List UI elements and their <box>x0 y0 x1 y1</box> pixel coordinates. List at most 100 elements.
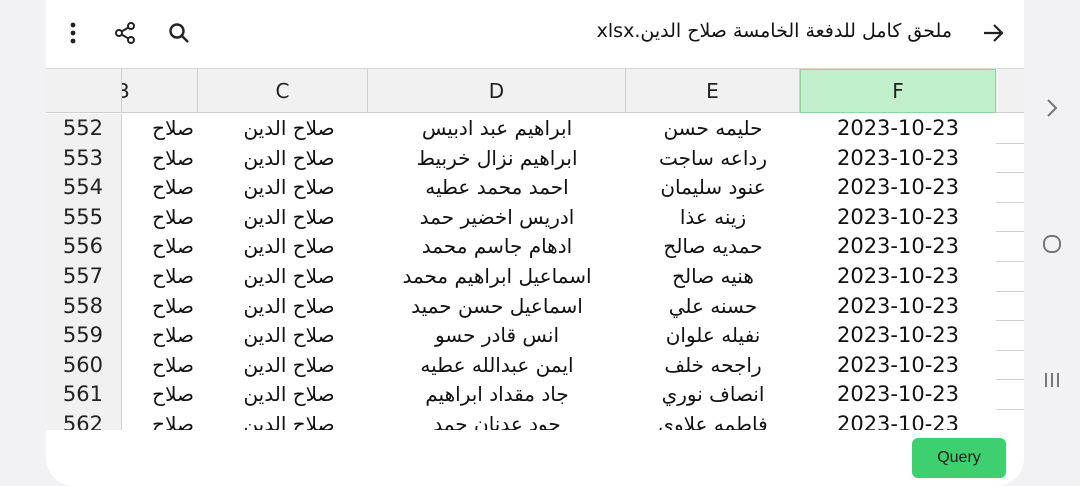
row-number[interactable]: 552 <box>46 114 122 144</box>
cell-col-e[interactable]: حليمه حسن <box>626 114 800 144</box>
cell-col-e[interactable]: راجحه خلف <box>626 351 800 381</box>
column-header-c[interactable]: C <box>198 69 368 113</box>
cell-col-e[interactable]: حمديه صالح <box>626 232 800 262</box>
column-header-g[interactable] <box>996 69 1024 113</box>
row-number[interactable]: 553 <box>46 143 122 174</box>
cell-col-c[interactable]: صلاح الدين <box>198 321 368 351</box>
column-header-b[interactable]: B <box>122 69 198 113</box>
recents-icon[interactable] <box>1038 366 1066 394</box>
cell-col-c[interactable]: صلاح الدين <box>198 380 368 410</box>
cell-col-f[interactable]: 2023-10-23 <box>800 262 996 292</box>
table-row[interactable]: 552 صلاح صلاح الدين ابراهيم عبد ادبيس حليمه … <box>46 114 1024 144</box>
row-number[interactable]: 560 <box>46 350 122 381</box>
cell-col-f[interactable]: 2023-10-23 <box>800 410 996 430</box>
cell-col-g[interactable] <box>996 380 1024 410</box>
cell-col-c[interactable]: صلاح الدين <box>198 262 368 292</box>
cell-col-f[interactable]: 2023-10-23 <box>800 114 996 144</box>
cell-col-f[interactable]: 2023-10-23 <box>800 380 996 410</box>
forward-chevron-icon[interactable] <box>1038 94 1066 122</box>
cell-col-b[interactable]: صلاح <box>122 380 198 410</box>
cell-col-e[interactable]: حسنه علي <box>626 292 800 322</box>
column-header-e[interactable]: E <box>626 69 800 113</box>
cell-col-b[interactable]: صلاح <box>122 321 198 351</box>
table-row[interactable]: 556 صلاح صلاح الدين ادهام جاسم محمد حمديه صا… <box>46 232 1024 262</box>
home-circle-icon[interactable] <box>1038 230 1066 258</box>
cell-col-g[interactable] <box>996 292 1024 322</box>
cell-col-g[interactable] <box>996 173 1024 203</box>
cell-col-c[interactable]: صلاح الدين <box>198 114 368 144</box>
cell-col-c[interactable]: صلاح الدين <box>198 410 368 430</box>
cell-col-g[interactable] <box>996 114 1024 144</box>
cell-col-g[interactable] <box>996 144 1024 174</box>
row-number[interactable]: 558 <box>46 291 122 322</box>
cell-col-f[interactable]: 2023-10-23 <box>800 144 996 174</box>
cell-col-e[interactable]: فاطمه علاوي <box>626 410 800 430</box>
cell-col-g[interactable] <box>996 203 1024 233</box>
table-row[interactable]: 553 صلاح صلاح الدين ابراهيم نزال خربيط رداعه… <box>46 143 1024 174</box>
cell-col-b[interactable]: صلاح <box>122 144 198 174</box>
cell-col-c[interactable]: صلاح الدين <box>198 144 368 174</box>
row-number[interactable]: 562 <box>46 409 122 430</box>
cell-col-d[interactable]: اسماعيل ابراهيم محمد <box>368 262 626 292</box>
back-arrow-icon[interactable] <box>978 18 1008 48</box>
table-row[interactable]: 555 صلاح صلاح الدين ادريس اخضير حمد زينه عذا… <box>46 202 1024 233</box>
cell-col-g[interactable] <box>996 321 1024 351</box>
cell-col-g[interactable] <box>996 351 1024 381</box>
table-row[interactable]: 562 صلاح صلاح الدين جود عدنان حمد فاطمه علاو… <box>46 409 1024 430</box>
cell-col-c[interactable]: صلاح الدين <box>198 351 368 381</box>
cell-col-b[interactable]: صلاح <box>122 292 198 322</box>
cell-col-d[interactable]: ادهام جاسم محمد <box>368 232 626 262</box>
cell-col-d[interactable]: جود عدنان حمد <box>368 410 626 430</box>
more-vert-icon[interactable] <box>58 18 88 48</box>
search-icon[interactable] <box>164 18 194 48</box>
column-header-d[interactable]: D <box>368 69 626 113</box>
row-number[interactable]: 556 <box>46 232 122 262</box>
cell-col-f[interactable]: 2023-10-23 <box>800 292 996 322</box>
cell-col-e[interactable]: هنيه صالح <box>626 262 800 292</box>
column-header-f-selected[interactable]: F <box>800 69 996 113</box>
cell-col-c[interactable]: صلاح الدين <box>198 173 368 203</box>
row-number[interactable]: 557 <box>46 261 122 292</box>
cell-col-d[interactable]: انس قادر حسو <box>368 321 626 351</box>
table-row[interactable]: 560 صلاح صلاح الدين ايمن عبدالله عطيه راجحه … <box>46 350 1024 381</box>
corner-header[interactable] <box>46 69 122 113</box>
cell-col-b[interactable]: صلاح <box>122 114 198 144</box>
cell-col-d[interactable]: ابراهيم عبد ادبيس <box>368 114 626 144</box>
cell-col-f[interactable]: 2023-10-23 <box>800 203 996 233</box>
table-row[interactable]: 561 صلاح صلاح الدين جاد مقداد ابراهيم انصاف … <box>46 380 1024 410</box>
table-row[interactable]: 558 صلاح صلاح الدين اسماعيل حسن حميد حسنه عل… <box>46 291 1024 322</box>
cell-col-d[interactable]: ابراهيم نزال خربيط <box>368 144 626 174</box>
cell-col-g[interactable] <box>996 232 1024 262</box>
cell-col-e[interactable]: زينه عذا <box>626 203 800 233</box>
query-button[interactable]: Query <box>912 438 1006 478</box>
table-row[interactable]: 554 صلاح صلاح الدين احمد محمد عطيه عنود سليم… <box>46 173 1024 203</box>
cell-col-f[interactable]: 2023-10-23 <box>800 232 996 262</box>
cell-col-g[interactable] <box>996 410 1024 430</box>
cell-col-b[interactable]: صلاح <box>122 351 198 381</box>
row-number[interactable]: 561 <box>46 380 122 410</box>
cell-col-e[interactable]: نفيله علوان <box>626 321 800 351</box>
cell-col-d[interactable]: ادريس اخضير حمد <box>368 203 626 233</box>
cell-col-d[interactable]: احمد محمد عطيه <box>368 173 626 203</box>
share-icon[interactable] <box>110 18 140 48</box>
cell-col-f[interactable]: 2023-10-23 <box>800 173 996 203</box>
cell-col-d[interactable]: ايمن عبدالله عطيه <box>368 351 626 381</box>
cell-col-d[interactable]: اسماعيل حسن حميد <box>368 292 626 322</box>
cell-col-f[interactable]: 2023-10-23 <box>800 321 996 351</box>
row-number[interactable]: 559 <box>46 321 122 351</box>
cell-col-c[interactable]: صلاح الدين <box>198 292 368 322</box>
cell-col-e[interactable]: انصاف نوري <box>626 380 800 410</box>
cell-col-e[interactable]: رداعه ساجت <box>626 144 800 174</box>
row-number[interactable]: 555 <box>46 202 122 233</box>
table-row[interactable]: 559 صلاح صلاح الدين انس قادر حسو نفيله علوان… <box>46 321 1024 351</box>
cell-col-b[interactable]: صلاح <box>122 203 198 233</box>
cell-col-e[interactable]: عنود سليمان <box>626 173 800 203</box>
cell-col-g[interactable] <box>996 262 1024 292</box>
row-number[interactable]: 554 <box>46 173 122 203</box>
table-row[interactable]: 557 صلاح صلاح الدين اسماعيل ابراهيم محمد هني… <box>46 261 1024 292</box>
cell-col-b[interactable]: صلاح <box>122 410 198 430</box>
cell-col-c[interactable]: صلاح الدين <box>198 232 368 262</box>
spreadsheet-grid[interactable]: B C D E F 552صلاحصلاح الدينابراهيم عبد ا… <box>46 69 1024 430</box>
cell-col-c[interactable]: صلاح الدين <box>198 203 368 233</box>
cell-col-b[interactable]: صلاح <box>122 232 198 262</box>
